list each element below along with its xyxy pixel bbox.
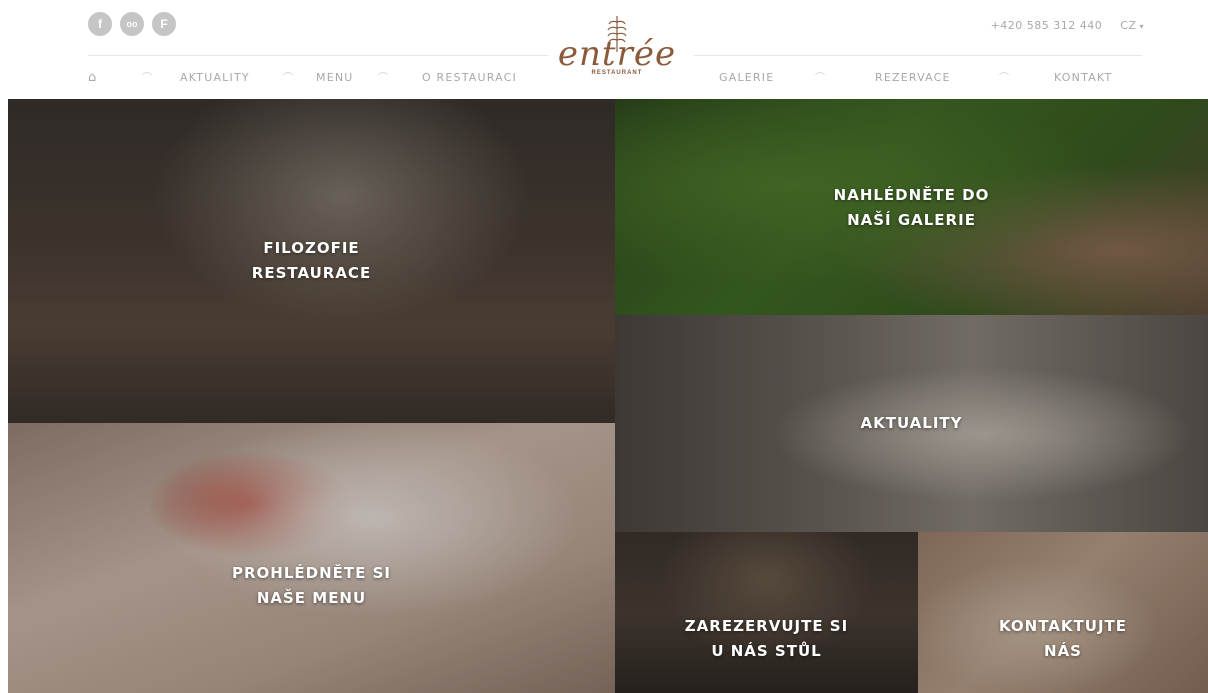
nav-separator-icon: ⌒ [142,73,154,84]
caption-line: U NÁS STŮL [711,642,822,660]
caption-line: ZAREZERVUJTE SI [684,617,849,635]
tile-kontakt-caption: KONTAKTUJTE NÁS [918,614,1208,664]
site-header: f oo F +420 585 312 440 CZ ▾ entrée RESTA… [0,0,1208,99]
caption-line: NÁS [1044,642,1082,660]
nav-item-o-restauraci[interactable]: O RESTAURACI [422,71,517,85]
nav-item-aktuality[interactable]: AKTUALITY [180,71,250,85]
facebook-icon[interactable]: f [88,12,112,36]
header-utility: +420 585 312 440 CZ ▾ [991,19,1144,32]
caption-line: RESTAURACE [251,264,372,282]
tile-overlay [918,532,1208,693]
caption-line: KONTAKTUJTE [998,617,1128,635]
caption-line: PROHLÉDNĚTE SI [232,564,391,582]
chevron-down-icon: ▾ [1139,22,1144,31]
tile-overlay [615,532,918,693]
caption-line: FILOZOFIE [263,239,360,257]
caption-line: NAŠE MENU [256,589,367,607]
language-switcher[interactable]: CZ ▾ [1120,19,1144,32]
tile-filozofie[interactable]: FILOZOFIE RESTAURACE [8,99,615,423]
home-icon[interactable]: ⌂ [88,71,97,85]
nav-separator-icon: ⌒ [378,73,390,84]
nav-item-kontakt[interactable]: KONTAKT [1054,71,1112,85]
social-links: f oo F [88,12,176,36]
foursquare-icon[interactable]: F [152,12,176,36]
tile-galerie-caption: NAHLÉDNĚTE DO NAŠÍ GALERIE [615,183,1208,233]
tile-aktuality[interactable]: AKTUALITY [615,315,1208,532]
caption-line: AKTUALITY [860,414,963,432]
nav-separator-icon: ⌒ [283,73,295,84]
caption-line: NAŠÍ GALERIE [847,211,976,229]
nav-item-galerie[interactable]: GALERIE [719,71,774,85]
tile-menu[interactable]: PROHLÉDNĚTE SI NAŠE MENU [8,423,615,693]
phone-number[interactable]: +420 585 312 440 [991,19,1103,32]
tile-menu-caption: PROHLÉDNĚTE SI NAŠE MENU [8,561,615,611]
language-label: CZ [1120,19,1137,32]
nav-item-rezervace[interactable]: REZERVACE [875,71,951,85]
header-divider-right [694,55,1142,56]
nav-item-menu[interactable]: MENU [316,71,354,85]
tile-overlay [8,423,615,693]
tile-rezervace-caption: ZAREZERVUJTE SI U NÁS STŮL [615,614,918,664]
nav-separator-icon: ⌒ [815,73,827,84]
tile-galerie[interactable]: NAHLÉDNĚTE DO NAŠÍ GALERIE [615,99,1208,315]
tile-kontakt[interactable]: KONTAKTUJTE NÁS [918,532,1208,693]
logo-wordmark: entrée [557,34,677,74]
header-divider-left [88,55,548,56]
tile-rezervace[interactable]: ZAREZERVUJTE SI U NÁS STŮL [615,532,918,693]
main-nav: ⌂ ⌒ AKTUALITY ⌒ MENU ⌒ O RESTAURACI GALE… [0,71,1208,85]
tile-filozofie-caption: FILOZOFIE RESTAURACE [8,236,615,286]
tripadvisor-icon[interactable]: oo [120,12,144,36]
nav-separator-icon: ⌒ [999,73,1011,84]
caption-line: NAHLÉDNĚTE DO [833,186,990,204]
tile-aktuality-caption: AKTUALITY [615,411,1208,436]
